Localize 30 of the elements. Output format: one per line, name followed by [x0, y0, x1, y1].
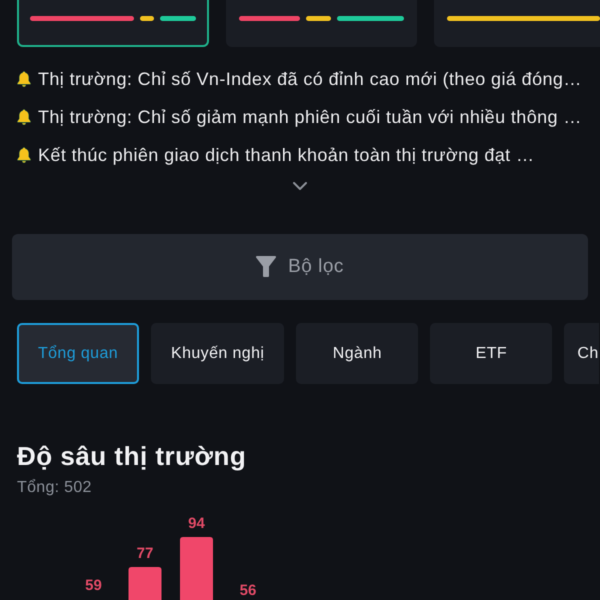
- tab[interactable]: Ch: [564, 323, 599, 384]
- summary-card[interactable]: [226, 0, 417, 47]
- bar-value-label: 77: [136, 545, 154, 562]
- ratio-segment: [306, 16, 331, 21]
- filter-icon: [256, 256, 276, 278]
- bar: [128, 567, 162, 600]
- total-count: Tổng: 502: [17, 479, 93, 497]
- bar-value-label: 59: [85, 576, 102, 594]
- tab[interactable]: Tổng quan: [17, 323, 139, 384]
- bell-icon: [17, 71, 31, 87]
- ratio-segment: [239, 16, 300, 21]
- bar-value-label: 94: [188, 515, 205, 532]
- bell-icon: [17, 109, 31, 125]
- tab[interactable]: ETF: [430, 323, 552, 384]
- tab[interactable]: Ngành: [296, 323, 418, 384]
- ratio-segment: [160, 16, 196, 21]
- summary-card[interactable]: [434, 0, 600, 47]
- ratio-segment: [337, 16, 404, 21]
- news-headline[interactable]: Thị trường: Chỉ số giảm mạnh phiên cuối tuần với nhiều thông …: [38, 106, 582, 128]
- news-headline[interactable]: Kết thúc phiên giao dịch thanh khoản toàn thị trường đạt …: [38, 144, 534, 166]
- summary-card[interactable]: [17, 0, 209, 47]
- filter-button[interactable]: Bộ lọc: [12, 234, 588, 300]
- ratio-segment: [140, 16, 154, 21]
- tab[interactable]: Khuyến nghị: [151, 323, 284, 384]
- chevron-down-icon[interactable]: [293, 182, 307, 190]
- bar: [180, 537, 213, 600]
- bell-icon: [17, 147, 31, 163]
- news-headline[interactable]: Thị trường: Chỉ số Vn-Index đã có đỉnh cao mới (theo giá đóng…: [38, 68, 582, 90]
- bar-value-label: 56: [240, 582, 256, 600]
- section-title: Độ sâu thị trường: [17, 441, 248, 471]
